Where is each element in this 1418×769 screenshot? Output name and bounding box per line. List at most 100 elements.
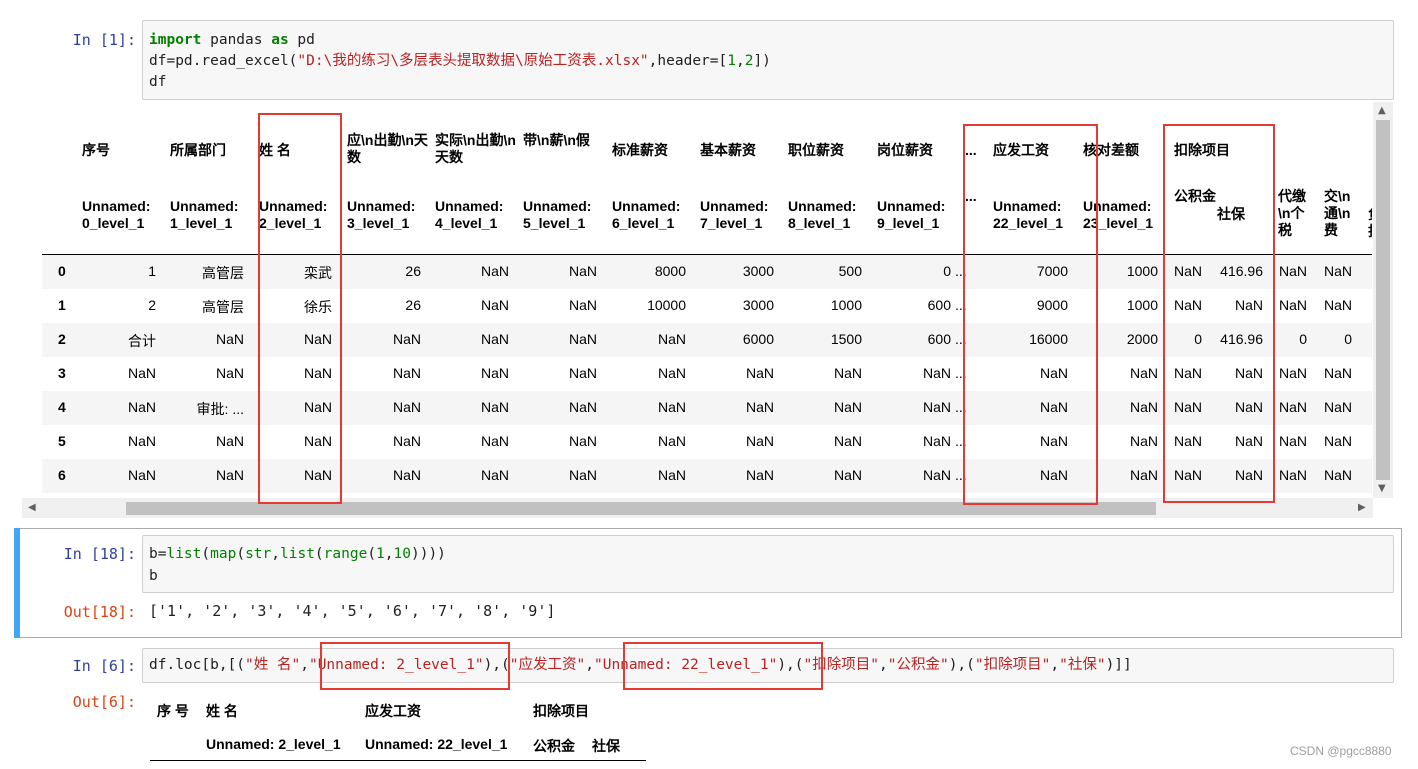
table-cell: NaN [215, 365, 244, 381]
row-index: 6 [58, 467, 66, 483]
vertical-scrollbar[interactable]: ▲ ▼ [1373, 102, 1393, 498]
scroll-left-icon[interactable]: ◀ [28, 503, 36, 513]
column-header: 应\n出勤\n天数 [347, 132, 428, 165]
table-cell: 栾武 [304, 265, 332, 281]
table-cell: 0 [1344, 331, 1352, 347]
cell2-code-editor[interactable]: b=list(map(str,list(range(1,10)))) b [142, 535, 1394, 593]
table-cell: ... [955, 433, 967, 449]
table-cell: NaN [1039, 433, 1068, 449]
table-cell: 1 [148, 263, 156, 279]
table-cell: NaN [1129, 365, 1158, 381]
table-cell: 高管层 [202, 299, 244, 315]
table-cell: 徐乐 [304, 299, 332, 315]
horizontal-scroll-thumb[interactable] [126, 502, 1156, 515]
table-cell: NaN [303, 433, 332, 449]
cell3-code-editor[interactable]: df.loc[b,[("姓 名","Unnamed: 2_level_1"),(… [142, 648, 1394, 683]
code-line-1: b=list(map(str,list(range(1,10)))) [149, 546, 446, 562]
table-cell: 审批: ... [196, 401, 244, 417]
table-cell: NaN [1039, 467, 1068, 483]
table-cell: 600 [927, 297, 951, 313]
table-cell: NaN [833, 433, 862, 449]
table-cell: N [1354, 365, 1373, 381]
table-cell: NaN [833, 467, 862, 483]
code-line-1: df.loc[b,[("姓 名","Unnamed: 2_level_1"),(… [149, 657, 1132, 673]
table-cell: NaN [568, 297, 597, 313]
table-cell: NaN [1129, 467, 1158, 483]
scroll-right-icon[interactable]: ▶ [1358, 503, 1366, 513]
table-cell: 600 [927, 331, 951, 347]
scroll-down-icon[interactable]: ▼ [1378, 484, 1386, 494]
table-cell: 0 [943, 263, 951, 279]
table-cell: 26 [405, 263, 421, 279]
dataframe-output: 序号 所属部门 姓 名 应\n出勤\n天数 实际\n出勤\n天数 带\n薪\n假 标准薪资 基… [22, 102, 1372, 498]
table-cell: NaN [303, 331, 332, 347]
table-cell: NaN [1278, 467, 1307, 483]
column-subheader: Unnamed: 6_level_1 [612, 198, 681, 231]
table-cell: NaN [392, 399, 421, 415]
code-line-3: df [149, 74, 167, 90]
column-subheader: 公积金 [1174, 188, 1216, 204]
horizontal-scrollbar[interactable]: ◀ ▶ [22, 498, 1373, 518]
row-index: 0 [58, 263, 66, 279]
out-header-seq: 序 号 [157, 703, 189, 719]
table-cell: NaN [745, 467, 774, 483]
table-cell: NaN [1278, 433, 1307, 449]
table-cell: NaN [568, 365, 597, 381]
table-cell: NaN [1234, 399, 1263, 415]
table-cell: 3000 [742, 297, 774, 313]
column-subheader: 代缴\n个税 [1278, 188, 1306, 238]
table-cell: N [1354, 263, 1373, 279]
table-cell: NaN [480, 297, 509, 313]
scroll-up-icon[interactable]: ▲ [1378, 106, 1386, 116]
table-cell: NaN [1278, 399, 1307, 415]
table-cell: NaN [127, 365, 156, 381]
table-cell: NaN [657, 433, 686, 449]
table-cell: ... [955, 399, 967, 415]
table-cell: NaN [1323, 399, 1352, 415]
table-cell: 1500 [830, 331, 862, 347]
table-cell: NaN [392, 467, 421, 483]
table-cell: NaN [480, 331, 509, 347]
column-header: 姓 名 [259, 142, 291, 158]
cell3-output-table: 序 号 姓 名 应发工资 扣除项目 Unnamed: 2_level_1 Unn… [150, 696, 646, 762]
table-cell: NaN [922, 467, 951, 483]
table-cell: ... [955, 297, 967, 313]
table-cell: N [1354, 433, 1373, 449]
column-subheader: Unnamed: 0_level_1 [82, 198, 151, 231]
table-cell: NaN [215, 433, 244, 449]
table-cell: NaN [480, 433, 509, 449]
vertical-scroll-thumb[interactable] [1376, 120, 1390, 480]
column-subheader: Unnamed: 22_level_1 [993, 198, 1064, 231]
column-header: 带\n薪\n假 [523, 132, 590, 148]
table-cell: NaN [1323, 263, 1352, 279]
column-header: 应发工资 [993, 142, 1049, 158]
out-subheader-fund: 公积金 [533, 738, 575, 754]
table-cell: NaN [568, 263, 597, 279]
table-cell: NaN [215, 467, 244, 483]
table-cell: 0 [1299, 331, 1307, 347]
cell1-code-editor[interactable]: import pandas as pd df=pd.read_excel("D:… [142, 20, 1394, 100]
row-index: 5 [58, 433, 66, 449]
table-cell: ... [955, 263, 967, 279]
cell1-in-prompt: In [1]: [72, 31, 136, 49]
table-cell: NaN [745, 365, 774, 381]
table-cell: NaN [127, 399, 156, 415]
column-subheader: 负担 [1368, 206, 1372, 240]
table-cell: NaN [833, 399, 862, 415]
column-subheader: Unnamed: 4_level_1 [435, 198, 504, 231]
row-index: 3 [58, 365, 66, 381]
column-header: 岗位薪资 [877, 142, 933, 158]
table-cell: NaN [1234, 297, 1263, 313]
table-cell: NaN [1129, 433, 1158, 449]
table-cell: NaN [127, 467, 156, 483]
column-subheader: Unnamed: 9_level_1 [877, 198, 946, 231]
column-subheader: 交\n通\n费 [1324, 188, 1351, 238]
table-cell: 6000 [742, 331, 774, 347]
row-index: 2 [58, 331, 66, 347]
table-cell: ... [955, 365, 967, 381]
out-header-payable: 应发工资 [365, 703, 421, 719]
out-header-name: 姓 名 [206, 703, 238, 719]
table-cell: NaN [745, 399, 774, 415]
table-cell: 2 [148, 297, 156, 313]
table-cell: NaN [833, 365, 862, 381]
